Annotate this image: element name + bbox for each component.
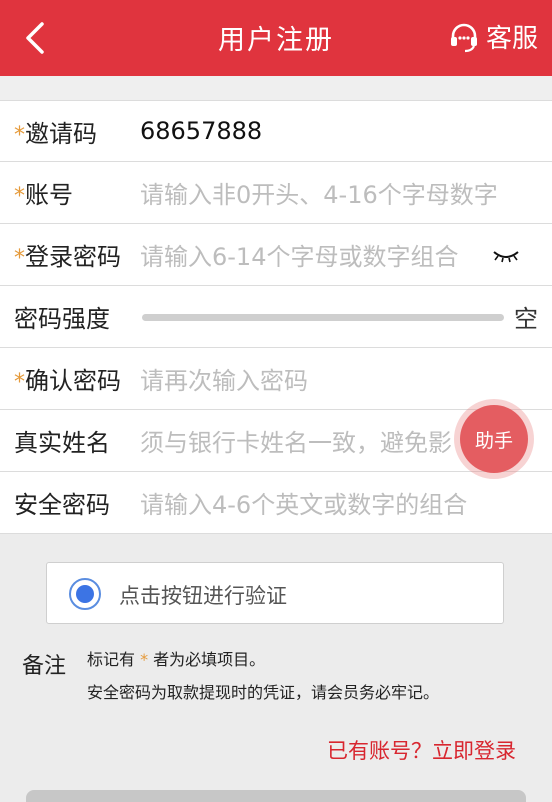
service-label: 客服 bbox=[485, 24, 538, 54]
strength-bar bbox=[142, 314, 504, 321]
notes-line2: 安全密码为取款提现时的凭证，请会员务必牢记。 bbox=[87, 683, 440, 702]
safe-password-input[interactable]: 请输入4-6个英文或数字的组合 bbox=[140, 485, 532, 520]
confirm-input[interactable]: 请再次输入密码 bbox=[140, 361, 532, 396]
app-header: 用户注册 客服 bbox=[0, 0, 552, 76]
password-input[interactable]: 请输入6-14个字母或数字组合 bbox=[140, 237, 482, 272]
notes-title: 备注 bbox=[22, 654, 67, 679]
verify-label: 点击按钮进行验证 bbox=[119, 584, 287, 608]
password-row: *登录密码 请输入6-14个字母或数字组合 bbox=[0, 224, 552, 286]
invite-code-label: *邀请码 bbox=[14, 119, 97, 148]
strength-row: 密码强度 空 bbox=[0, 286, 552, 348]
required-star: * bbox=[14, 370, 25, 395]
register-form: *邀请码 68657888 *账号 请输入非0开头、4-16个字母数字 *登录密… bbox=[0, 100, 552, 534]
notes-line1: 标记有 * 者为必填项目。 bbox=[87, 650, 266, 669]
confirm-row: *确认密码 请再次输入密码 bbox=[0, 348, 552, 410]
safe-password-row: 安全密码 请输入4-6个英文或数字的组合 bbox=[0, 472, 552, 534]
required-star: * bbox=[14, 184, 25, 209]
login-link[interactable]: 已有账号？立即登录 bbox=[327, 735, 516, 765]
required-star: * bbox=[14, 246, 25, 271]
customer-service-button[interactable]: 客服 bbox=[448, 18, 538, 55]
headset-icon bbox=[450, 23, 477, 52]
strength-text: 空 bbox=[514, 305, 538, 333]
confirm-label: *确认密码 bbox=[14, 367, 121, 395]
verify-button[interactable]: 点击按钮进行验证 bbox=[46, 562, 504, 624]
password-label: *登录密码 bbox=[14, 243, 121, 271]
submit-button[interactable] bbox=[26, 790, 526, 802]
account-input[interactable]: 请输入非0开头、4-16个字母数字 bbox=[140, 175, 532, 210]
real-name-label: 真实姓名 bbox=[14, 429, 110, 457]
radio-icon[interactable] bbox=[69, 578, 101, 610]
required-star: * bbox=[14, 122, 25, 148]
required-star: * bbox=[140, 650, 149, 669]
account-label: *账号 bbox=[14, 181, 73, 209]
strength-label: 密码强度 bbox=[14, 305, 110, 333]
account-row: *账号 请输入非0开头、4-16个字母数字 bbox=[0, 162, 552, 224]
safe-password-label: 安全密码 bbox=[14, 491, 110, 519]
invite-code-input[interactable]: 68657888 bbox=[140, 117, 532, 145]
invite-code-row: *邀请码 68657888 bbox=[0, 100, 552, 162]
spacer bbox=[0, 76, 552, 100]
helper-button[interactable]: 助手 bbox=[460, 405, 528, 473]
eye-closed-icon[interactable] bbox=[492, 246, 520, 264]
